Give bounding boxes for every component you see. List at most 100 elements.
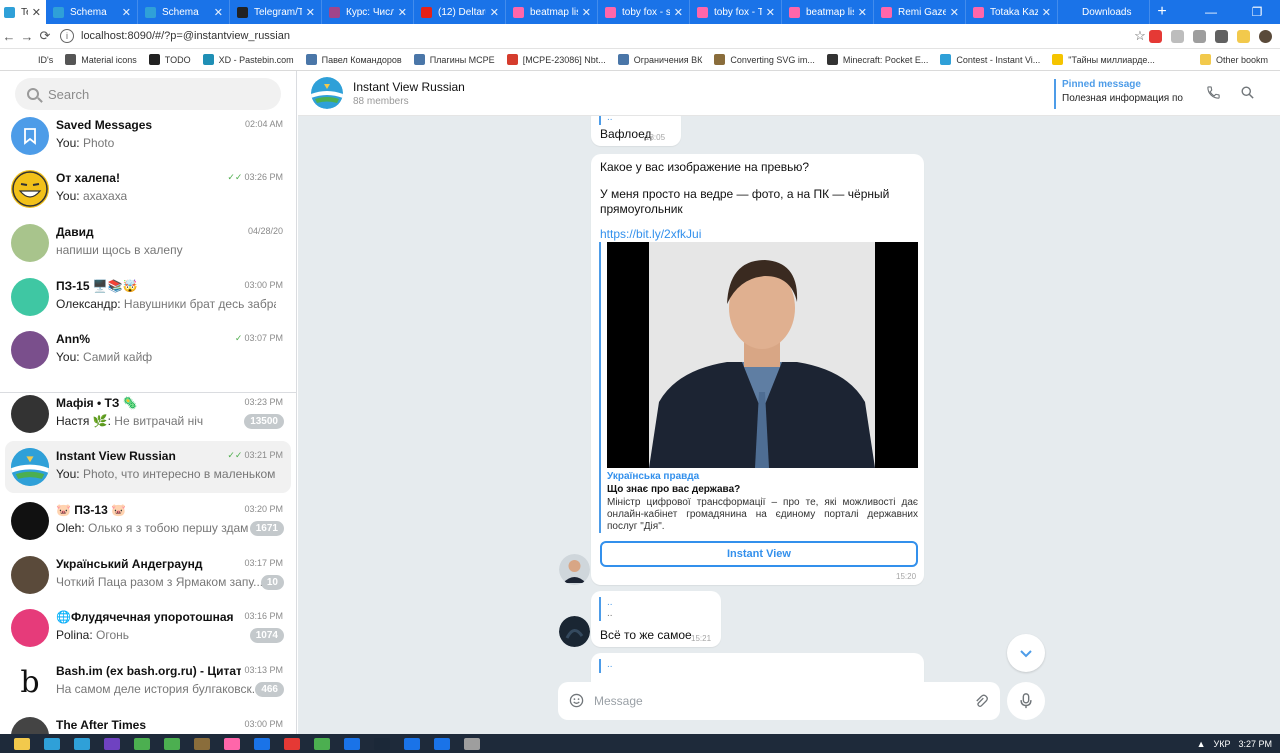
tab-close-icon[interactable]: ✕ [1042, 6, 1051, 19]
clock[interactable]: 3:27 PM [1238, 739, 1272, 749]
chat-list-item[interactable]: The After Times 03:00 PM [5, 710, 291, 734]
chat-list-item[interactable]: Мафія • ТЗ 🦠 03:23 PM Настя 🌿: Не витрачай… [5, 388, 291, 440]
browser-tab[interactable]: Totaka Kazu ✕ [966, 0, 1058, 24]
reply-quote[interactable]: .. .. [599, 597, 613, 621]
file-explorer-icon[interactable] [14, 737, 30, 750]
profile-avatar[interactable] [1259, 29, 1272, 43]
message-bubble[interactable]: .. Вафлоед 18:05 [591, 116, 681, 146]
emoji-icon[interactable] [569, 693, 585, 709]
telegram-icon[interactable] [44, 737, 60, 750]
extension-icon[interactable] [1149, 29, 1162, 43]
chat-list-item[interactable]: Ann% ✓ 03:07 PM You: Самий кайф [5, 324, 291, 376]
app-icon[interactable] [194, 737, 210, 750]
chat-list-item[interactable]: Instant View Russian ✓✓ 03:21 PM You: Photo… [5, 441, 291, 493]
browser-tab[interactable]: Downloads [1058, 0, 1150, 24]
app-icon[interactable] [134, 737, 150, 750]
browser-tab[interactable]: Schema ✕ [138, 0, 230, 24]
reply-quote[interactable]: .. [599, 116, 613, 125]
tab-close-icon[interactable]: ✕ [490, 6, 499, 19]
chrome-icon[interactable] [254, 737, 270, 750]
bookmark-item[interactable]: [MCPE-23086] Nbt... [506, 54, 606, 65]
browser-tab[interactable]: beatmap list ✕ [506, 0, 598, 24]
app-icon[interactable] [314, 737, 330, 750]
bookmark-item[interactable]: Minecraft: Pocket E... [826, 54, 928, 65]
network-icon[interactable]: ▲ [1197, 739, 1206, 749]
chat-list-item[interactable]: b Bash.im (ex bash.org.ru) - Цитатни...03… [5, 656, 291, 708]
phone-icon[interactable] [1206, 85, 1222, 101]
app-icon[interactable] [464, 737, 480, 750]
attach-icon[interactable] [973, 693, 988, 712]
extension-icon[interactable] [1193, 29, 1206, 43]
word-icon[interactable] [434, 737, 450, 750]
bookmark-item[interactable]: Contest - Instant Vi... [940, 54, 1040, 65]
chat-list-item[interactable]: 🐷 ПЗ-13 🐷 03:20 PM Oleh: Олько я з тобою п… [5, 495, 291, 547]
user-avatar[interactable] [559, 616, 590, 647]
reload-icon[interactable]: ⟳ [36, 28, 54, 44]
search-input[interactable]: Search [15, 78, 281, 110]
url-field[interactable]: i localhost:8090/#/?p=@instantview_russi… [60, 26, 1131, 46]
tab-close-icon[interactable]: ✕ [582, 6, 591, 19]
browser-tab[interactable]: toby fox - sa ✕ [598, 0, 690, 24]
osu-icon[interactable] [224, 737, 240, 750]
browser-tab[interactable]: Schema ✕ [46, 0, 138, 24]
scroll-down-button[interactable] [1007, 634, 1045, 672]
bookmark-item[interactable]: Converting SVG im... [714, 54, 815, 65]
preview-photo[interactable] [607, 242, 918, 468]
bookmark-item[interactable]: XD - Pastebin.com [202, 54, 294, 65]
new-tab-button[interactable]: + [1150, 0, 1174, 24]
chat-list-item[interactable]: 🌐Флудячечная упоротошная 03:16 PM Polina: … [5, 602, 291, 654]
microphone-button[interactable] [1007, 682, 1045, 720]
tab-close-icon[interactable]: ✕ [32, 6, 41, 19]
search-icon[interactable] [1240, 85, 1256, 101]
message-link[interactable]: https://bit.ly/2xfkJui [600, 227, 701, 242]
playlist-icon[interactable] [1215, 29, 1228, 43]
message-bubble[interactable]: .. .. Всё то же самое 15:21 [591, 591, 721, 647]
pinned-message[interactable]: Pinned message Полезная информация по... [1054, 79, 1184, 109]
tab-close-icon[interactable]: ✕ [766, 6, 775, 19]
extension-icon[interactable] [1237, 29, 1250, 43]
steam-icon[interactable] [374, 737, 390, 750]
bookmark-item[interactable]: "Тайны миллиарде... [1052, 54, 1155, 65]
tab-close-icon[interactable]: ✕ [122, 6, 131, 19]
chat-list-item[interactable]: Український Андеграунд 03:17 PM Чоткий Пац… [5, 549, 291, 601]
browser-tab[interactable]: Курс: Числе ✕ [322, 0, 414, 24]
telegram-icon[interactable] [74, 737, 90, 750]
tab-close-icon[interactable]: ✕ [674, 6, 683, 19]
message-input[interactable]: Message [594, 694, 643, 708]
visual-studio-icon[interactable] [104, 737, 120, 750]
browser-tab[interactable]: Telegr ✕ [0, 0, 46, 24]
bookmark-item[interactable]: ID's [22, 54, 53, 65]
forward-icon[interactable]: → [18, 29, 36, 44]
tab-close-icon[interactable]: ✕ [950, 6, 959, 19]
chat-list-item[interactable]: Давид 04/28/20 напиши щось в халепу [5, 217, 291, 269]
message-bubble[interactable]: Какое у вас изображение на превью? У мен… [591, 154, 924, 585]
star-icon[interactable]: ☆ [1131, 28, 1149, 44]
extension-icon[interactable] [1171, 29, 1184, 43]
browser-tab[interactable]: (12) Deltaru ✕ [414, 0, 506, 24]
message-composer[interactable]: Message [558, 682, 1000, 720]
link-preview[interactable]: Українська правда Що знає про вас держав… [599, 242, 919, 533]
chat-avatar[interactable] [311, 77, 343, 109]
edge-icon[interactable] [404, 737, 420, 750]
instant-view-button[interactable]: Instant View [600, 541, 918, 567]
bookmark-item[interactable]: Ограничения ВК [617, 54, 702, 65]
tab-close-icon[interactable]: ✕ [306, 6, 315, 19]
browser-tab[interactable]: Telegram/TI ✕ [230, 0, 322, 24]
tab-close-icon[interactable]: ✕ [214, 6, 223, 19]
other-bookmarks[interactable]: Other bookm [1199, 54, 1268, 65]
maximize-icon[interactable]: ❐ [1234, 5, 1280, 19]
language-indicator[interactable]: УКР [1214, 739, 1231, 749]
browser-tab[interactable]: beatmap list ✕ [782, 0, 874, 24]
tab-close-icon[interactable]: ✕ [398, 6, 407, 19]
chat-list-item[interactable]: ПЗ-15 🖥️📚🤯 03:00 PM Олександр: Навушники б… [5, 271, 291, 323]
bookmark-item[interactable]: Плагины MCPE [413, 54, 495, 65]
site-info-icon[interactable]: i [60, 29, 74, 43]
reply-quote[interactable]: .. [599, 659, 613, 673]
bookmark-item[interactable]: Павел Командоров [305, 54, 402, 65]
chat-title[interactable]: Instant View Russian [353, 80, 465, 94]
chat-list-item[interactable]: Saved Messages 02:04 AM You: Photo [5, 110, 291, 162]
app-icon[interactable] [344, 737, 360, 750]
app-icon[interactable] [164, 737, 180, 750]
browser-tab[interactable]: Remi Gazel ✕ [874, 0, 966, 24]
browser-tab[interactable]: toby fox - To ✕ [690, 0, 782, 24]
